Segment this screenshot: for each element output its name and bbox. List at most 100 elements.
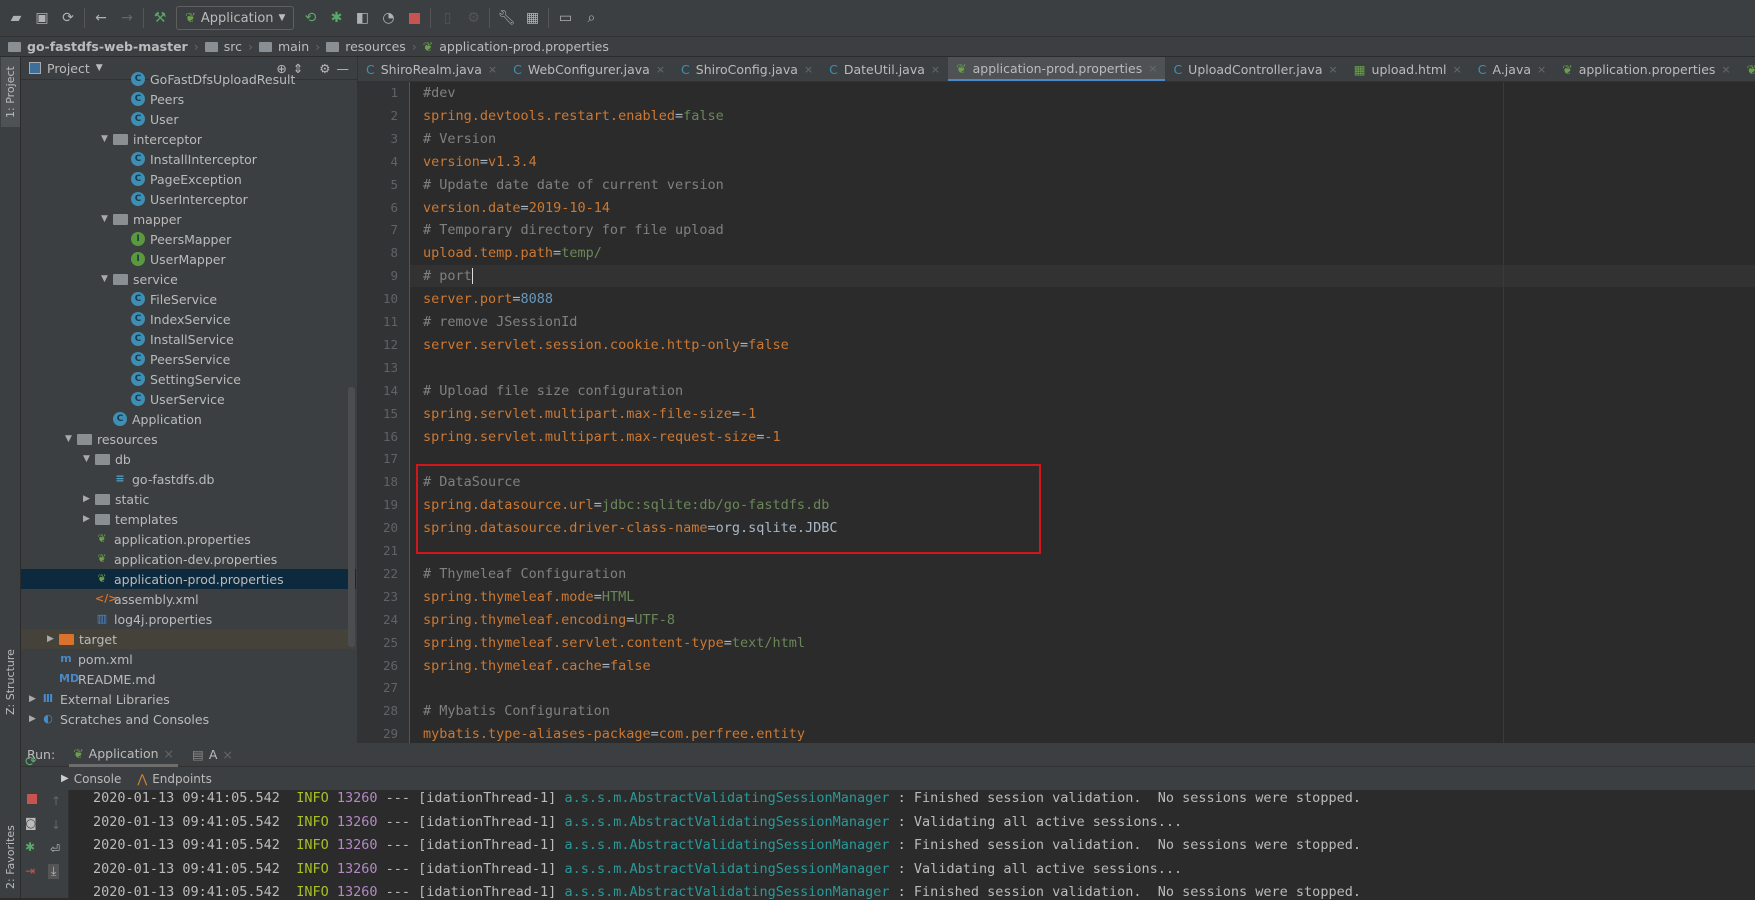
tree-item[interactable]: C FileService <box>21 289 356 309</box>
down-icon[interactable]: ↓ <box>51 818 61 832</box>
stop-icon[interactable] <box>27 794 37 804</box>
editor-tab[interactable]: ▦ upload.html × <box>1346 57 1470 81</box>
close-icon[interactable]: × <box>1328 63 1337 76</box>
run-tab-application[interactable]: ❦ Application × <box>69 743 178 767</box>
editor-tab[interactable]: C WebConfigurer.java × <box>505 57 673 81</box>
close-icon[interactable]: × <box>931 63 940 76</box>
build-hammer-icon[interactable]: ⚒ <box>150 8 170 28</box>
project-tool-tab[interactable]: 1: Project <box>1 57 20 127</box>
search-icon[interactable]: ⌕ <box>581 8 601 28</box>
run-tab-a[interactable]: ▤ A × <box>192 747 233 762</box>
chevron-down-icon[interactable]: ▼ <box>101 214 113 224</box>
editor-tab[interactable]: C UploadController.java × <box>1165 57 1345 81</box>
chevron-down-icon[interactable]: ▼ <box>83 454 95 464</box>
tree-item[interactable]: ▼ service <box>21 269 356 289</box>
project-structure-icon[interactable]: ▦ <box>522 8 542 28</box>
rerun-icon[interactable]: ⟳ <box>25 754 37 770</box>
tree-item[interactable]: ▼ db <box>21 449 356 469</box>
chevron-right-icon[interactable]: ▶ <box>29 694 41 704</box>
chevron-right-icon[interactable]: ▶ <box>47 634 59 644</box>
close-icon[interactable]: × <box>1721 63 1730 76</box>
tree-item[interactable]: ▶ static <box>21 489 356 509</box>
editor-tab[interactable]: C ShiroRealm.java × <box>358 57 505 81</box>
restore-layout-icon[interactable]: ✱ <box>25 840 35 854</box>
exit-icon[interactable]: ⇥ <box>25 864 35 878</box>
scrollbar[interactable] <box>348 387 355 647</box>
tree-item[interactable]: ≡ go-fastdfs.db <box>21 469 356 489</box>
stop-icon[interactable] <box>404 8 424 28</box>
up-icon[interactable]: ↑ <box>51 794 61 808</box>
tree-item[interactable]: C Peers <box>21 89 356 109</box>
soft-wrap-icon[interactable]: ⏎ <box>50 842 60 856</box>
tree-item[interactable]: ▶ target <box>21 629 356 649</box>
run-configuration-select[interactable]: ❦ Application ▼ <box>176 6 295 30</box>
editor-tab[interactable]: ❦ application.properties × <box>1554 57 1738 81</box>
tab-console[interactable]: ▶ Console <box>61 772 121 786</box>
tree-item[interactable]: I PeersMapper <box>21 229 356 249</box>
close-icon[interactable]: × <box>222 747 232 762</box>
terminal-icon[interactable]: ▭ <box>555 8 575 28</box>
tree-item[interactable]: ❦ application-prod.properties <box>21 569 356 589</box>
chevron-right-icon[interactable]: ▶ <box>29 714 41 724</box>
tree-item[interactable]: C PeersService <box>21 349 356 369</box>
close-icon[interactable]: × <box>656 63 665 76</box>
editor-tab[interactable]: ❦ application-prod.properties × <box>948 57 1166 81</box>
chevron-right-icon[interactable]: ▶ <box>83 494 95 504</box>
tree-item[interactable]: MD README.md <box>21 669 356 689</box>
breadcrumb-item[interactable]: main <box>278 39 309 54</box>
editor-tab[interactable]: ❦appli× <box>1739 57 1755 81</box>
profile-icon[interactable]: ◔ <box>378 8 398 28</box>
scroll-to-end-icon[interactable]: ⤓ <box>48 864 60 879</box>
close-icon[interactable]: × <box>804 63 813 76</box>
save-icon[interactable]: ▣ <box>32 8 52 28</box>
tree-item[interactable]: C IndexService <box>21 309 356 329</box>
chevron-down-icon[interactable]: ▼ <box>65 434 77 444</box>
tree-item[interactable]: I UserMapper <box>21 249 356 269</box>
tree-item[interactable]: C GoFastDfsUploadResult <box>21 69 356 89</box>
breadcrumb-item[interactable]: resources <box>345 39 406 54</box>
forward-icon[interactable]: → <box>117 8 137 28</box>
tree-item[interactable]: C UserInterceptor <box>21 189 356 209</box>
tree-item[interactable]: ❦ application-dev.properties <box>21 549 356 569</box>
chevron-down-icon[interactable]: ▼ <box>101 134 113 144</box>
tree-item[interactable]: ▶ Ⅲ External Libraries <box>21 689 356 709</box>
close-icon[interactable]: × <box>164 746 174 761</box>
tab-endpoints[interactable]: ⋀ Endpoints <box>137 772 212 786</box>
code-editor[interactable]: #dev spring.devtools.restart.enabled=fals… <box>410 82 1755 743</box>
camera-icon[interactable]: ◙ <box>25 816 37 830</box>
rerun-icon[interactable]: ⟲ <box>300 8 320 28</box>
breadcrumb-item[interactable]: application-prod.properties <box>439 39 609 54</box>
settings-wrench-icon[interactable]: 🔧︎ <box>496 8 516 28</box>
tree-item[interactable]: ▶ templates <box>21 509 356 529</box>
tree-item[interactable]: </> assembly.xml <box>21 589 356 609</box>
favorites-tool-tab[interactable]: 2: Favorites <box>1 817 20 897</box>
tree-item[interactable]: m pom.xml <box>21 649 356 669</box>
tree-item[interactable]: C InstallInterceptor <box>21 149 356 169</box>
tree-item[interactable]: C UserService <box>21 389 356 409</box>
tree-item[interactable]: ▼ mapper <box>21 209 356 229</box>
sync-icon[interactable]: ⟳ <box>58 8 78 28</box>
close-icon[interactable]: × <box>1148 62 1157 75</box>
editor-tab[interactable]: C ShiroConfig.java × <box>673 57 821 81</box>
debug-bug-icon[interactable]: ✱ <box>326 8 346 28</box>
back-icon[interactable]: ← <box>91 8 111 28</box>
tree-item[interactable]: ▥ log4j.properties <box>21 609 356 629</box>
tree-item[interactable]: ▼ resources <box>21 429 356 449</box>
editor-tab[interactable]: C DateUtil.java × <box>821 57 948 81</box>
breadcrumb-item[interactable]: go-fastdfs-web-master <box>27 39 188 54</box>
structure-tool-tab[interactable]: Z: Structure <box>1 637 20 727</box>
breadcrumb-item[interactable]: src <box>224 39 242 54</box>
tree-item[interactable]: C Application <box>21 409 356 429</box>
tree-item[interactable]: ▶ ◐ Scratches and Consoles <box>21 709 356 729</box>
editor-tab[interactable]: C A.java × <box>1470 57 1554 81</box>
open-folder-icon[interactable]: ▰ <box>6 8 26 28</box>
tree-item[interactable]: ❦ application.properties <box>21 529 356 549</box>
chevron-down-icon[interactable]: ▼ <box>101 274 113 284</box>
tree-item[interactable]: C InstallService <box>21 329 356 349</box>
coverage-icon[interactable]: ◧ <box>352 8 372 28</box>
tree-item[interactable]: C SettingService <box>21 369 356 389</box>
close-icon[interactable]: × <box>488 63 497 76</box>
tree-item[interactable]: C PageException <box>21 169 356 189</box>
chevron-right-icon[interactable]: ▶ <box>83 514 95 524</box>
close-icon[interactable]: × <box>1453 63 1462 76</box>
